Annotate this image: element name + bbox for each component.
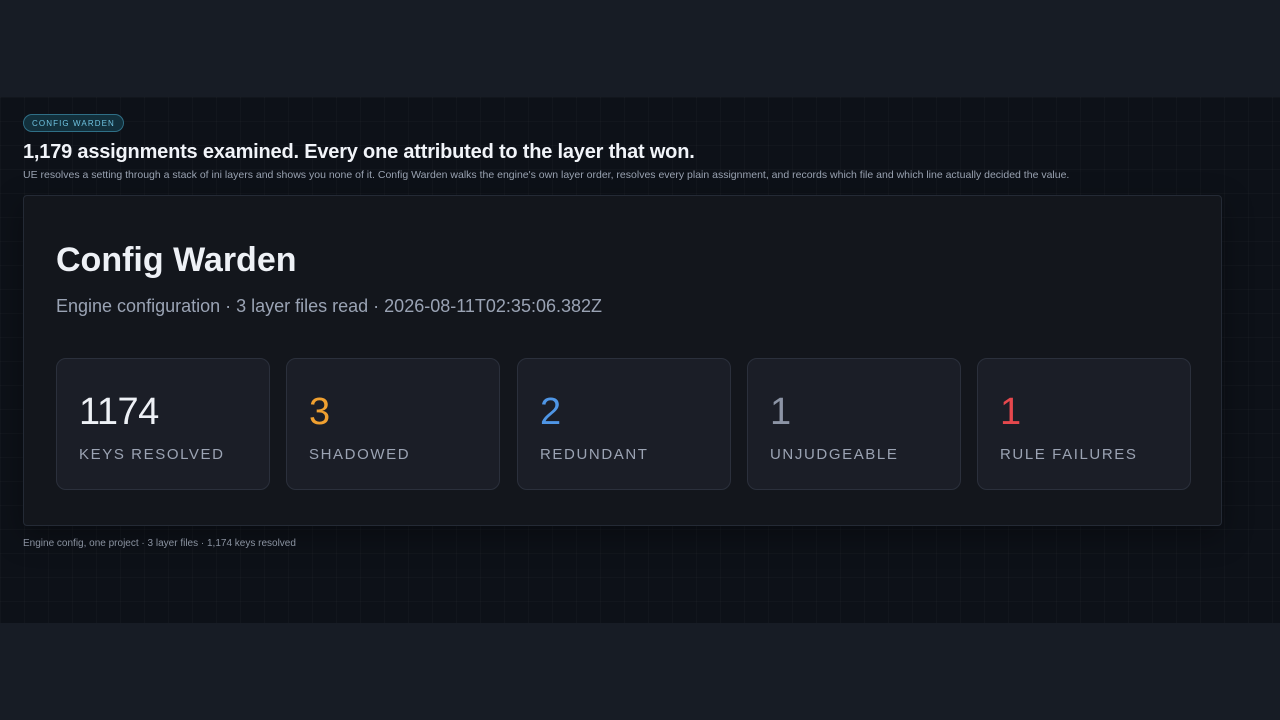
stat-value: 2 <box>540 391 561 433</box>
stat-value: 1 <box>770 391 791 433</box>
summary-card: Config Warden Engine configuration · 3 l… <box>23 195 1222 526</box>
card-title: Config Warden <box>56 241 297 279</box>
stat-label: KEYS RESOLVED <box>79 446 225 463</box>
stat-unjudgeable: 1 UNJUDGEABLE <box>747 358 961 490</box>
page-description: UE resolves a setting through a stack of… <box>23 169 1070 181</box>
stat-value: 1 <box>1000 391 1021 433</box>
page-headline: 1,179 assignments examined. Every one at… <box>23 141 695 163</box>
stat-keys-resolved: 1174 KEYS RESOLVED <box>56 358 270 490</box>
stat-label: RULE FAILURES <box>1000 446 1138 463</box>
app-badge: CONFIG WARDEN <box>23 114 124 132</box>
stat-value: 3 <box>309 391 330 433</box>
stat-rule-failures: 1 RULE FAILURES <box>977 358 1191 490</box>
stat-redundant: 2 REDUNDANT <box>517 358 731 490</box>
stats-row: 1174 KEYS RESOLVED 3 SHADOWED 2 REDUNDAN… <box>56 358 1192 490</box>
stat-value: 1174 <box>79 391 159 433</box>
stat-label: UNJUDGEABLE <box>770 446 899 463</box>
card-subtitle: Engine configuration · 3 layer files rea… <box>56 296 603 316</box>
stat-shadowed: 3 SHADOWED <box>286 358 500 490</box>
stat-label: REDUNDANT <box>540 446 649 463</box>
footnote: Engine config, one project · 3 layer fil… <box>23 538 296 549</box>
stat-label: SHADOWED <box>309 446 411 463</box>
